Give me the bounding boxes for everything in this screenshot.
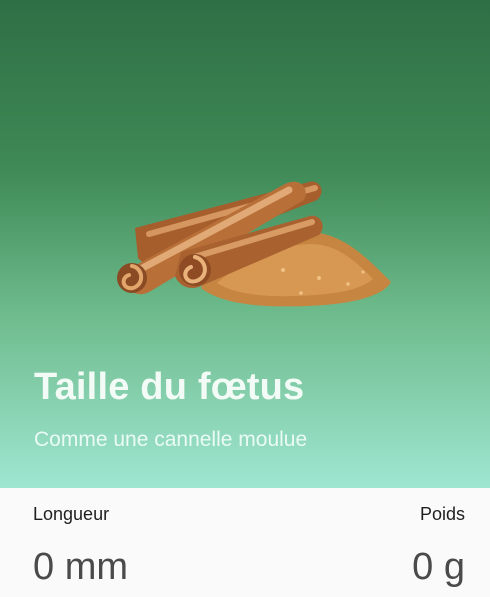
cinnamon-icon: [117, 181, 391, 307]
fetus-size-card: Taille du fœtus Comme une cannelle moulu…: [0, 0, 490, 597]
length-value: 0 mm: [33, 546, 128, 588]
length-label: Longueur: [33, 504, 110, 524]
size-comparison-text: Comme une cannelle moulue: [34, 428, 308, 451]
measurements-panel: Longueur 0 mm Poids 0 g: [0, 488, 490, 597]
weight-value: 0 g: [412, 546, 465, 588]
weight-label: Poids: [419, 504, 465, 524]
page-title: Taille du fœtus: [34, 366, 305, 408]
hero-banner: Taille du fœtus Comme une cannelle moulu…: [0, 0, 490, 488]
